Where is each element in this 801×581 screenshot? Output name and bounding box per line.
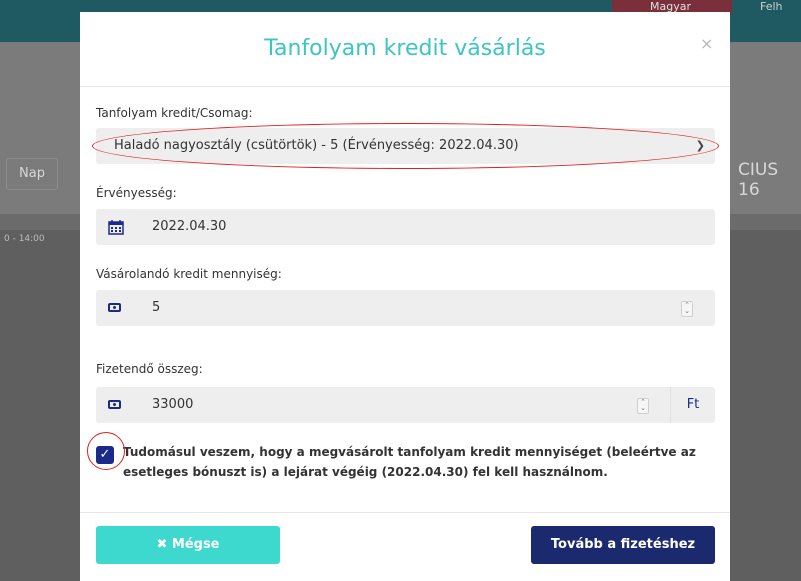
quantity-input[interactable]: 5 ⌃ ⌄	[96, 290, 715, 326]
continue-to-payment-button[interactable]: Tovább a fizetéshez	[531, 526, 715, 564]
user-menu[interactable]: Felh	[760, 0, 783, 14]
quantity-value: 5	[152, 300, 161, 315]
amount-stepper[interactable]: ⌃ ⌄	[637, 398, 649, 414]
package-selected-value: Haladó nagyosztály (csütörtök) - 5 (Érvé…	[114, 138, 519, 153]
chevron-down-icon: ❯	[695, 139, 705, 152]
purchase-modal: Tanfolyam kredit vásárlás × Tanfolyam kr…	[80, 12, 730, 581]
calendar-icon	[108, 219, 124, 235]
amount-label: Fizetendő összeg:	[96, 362, 203, 376]
day-view-button[interactable]: Nap	[6, 158, 58, 190]
consent-checkbox[interactable]: ✓	[96, 446, 114, 464]
close-icon[interactable]: ×	[700, 34, 713, 53]
modal-title: Tanfolyam kredit vásárlás	[264, 36, 546, 61]
validity-field: 2022.04.30	[96, 209, 715, 245]
amount-value: 33000	[152, 397, 194, 412]
money-icon	[108, 397, 124, 413]
cancel-button[interactable]: ✖ Mégse	[96, 526, 280, 564]
header-divider	[80, 86, 730, 87]
money-icon	[108, 300, 124, 316]
validity-label: Érvényesség:	[96, 186, 177, 200]
validity-value: 2022.04.30	[152, 219, 227, 234]
package-select[interactable]: Haladó nagyosztály (csütörtök) - 5 (Érvé…	[96, 128, 715, 164]
currency-unit: Ft	[670, 387, 715, 423]
footer-divider	[80, 512, 730, 513]
background-time-label: 0 - 14:00	[4, 234, 45, 244]
background-date-label: CIUS 16	[738, 160, 779, 200]
package-label: Tanfolyam kredit/Csomag:	[96, 106, 253, 120]
amount-input[interactable]: 33000 ⌃ ⌄ Ft	[96, 387, 715, 423]
quantity-label: Vásárolandó kredit mennyiség:	[96, 267, 282, 281]
quantity-stepper[interactable]: ⌃ ⌄	[681, 301, 693, 317]
consent-text: Tudomásul veszem, hogy a megvásárolt tan…	[123, 445, 696, 479]
